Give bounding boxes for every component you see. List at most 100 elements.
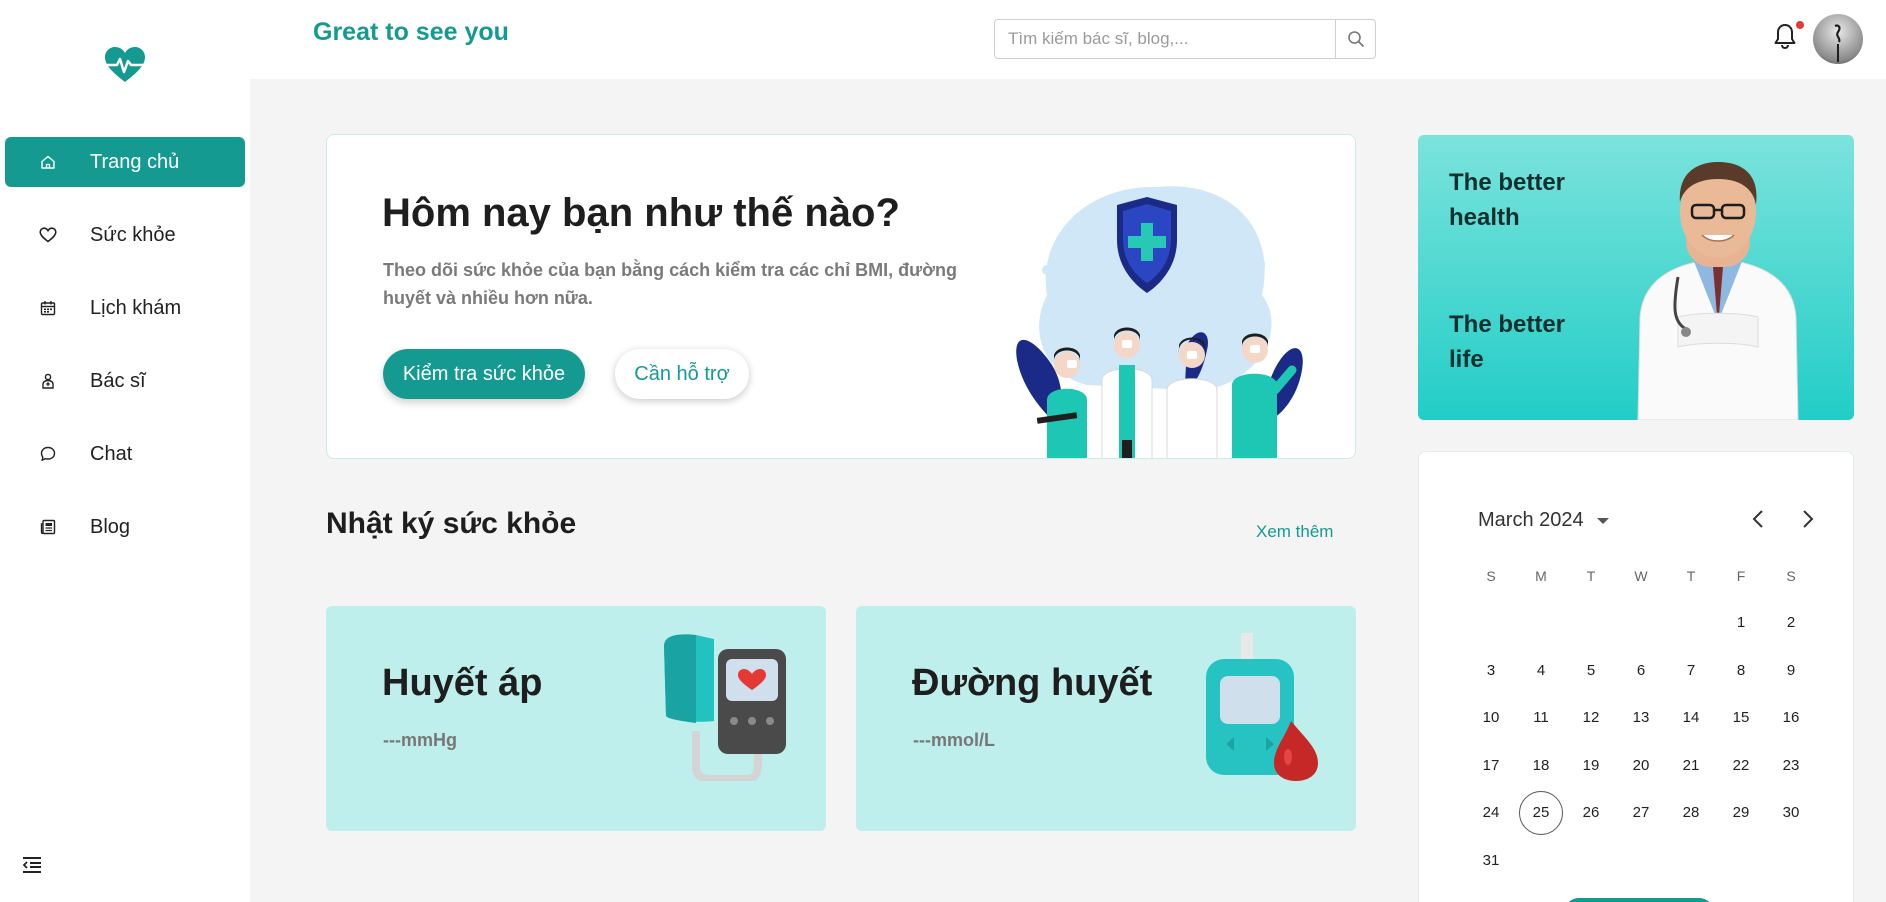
section-title: Nhật ký sức khỏe — [326, 507, 577, 540]
calendar-day[interactable]: 18 — [1516, 743, 1566, 787]
chevron-left-icon[interactable] — [1751, 509, 1765, 529]
sidebar-item-label: Bác sĩ — [90, 369, 146, 392]
calendar-day-empty — [1716, 838, 1766, 882]
calendar-day[interactable]: 15 — [1716, 696, 1766, 740]
blood-sugar-card[interactable]: Đường huyết ---mmol/L — [856, 606, 1356, 831]
calendar-icon — [23, 300, 73, 316]
calendar-widget: March 2024 S M T W T F S 1 2 3 4 5 6 7 8… — [1418, 451, 1854, 902]
weekday-label: W — [1634, 567, 1648, 584]
check-health-button[interactable]: Kiểm tra sức khỏe — [383, 349, 585, 399]
search-button[interactable] — [1335, 20, 1375, 58]
card-value: ---mmHg — [383, 730, 457, 750]
calendar-day-empty — [1466, 601, 1516, 645]
calendar-day[interactable]: 21 — [1666, 743, 1716, 787]
search-input[interactable] — [995, 20, 1335, 58]
sidebar-item-label: Lịch khám — [90, 296, 182, 319]
calendar-day[interactable]: 23 — [1766, 743, 1816, 787]
hero-description: Theo dõi sức khỏe của bạn bằng cách kiểm… — [383, 260, 957, 308]
sidebar-item-blog[interactable]: Blog — [5, 502, 245, 552]
newspaper-icon — [23, 519, 73, 535]
collapse-menu-icon[interactable] — [22, 856, 42, 874]
sidebar-item-health[interactable]: Sức khỏe — [5, 210, 245, 260]
calendar-day[interactable]: 26 — [1566, 791, 1616, 835]
bell-icon[interactable] — [1773, 22, 1797, 50]
calendar-day[interactable]: 24 — [1466, 791, 1516, 835]
calendar-day[interactable]: 30 — [1766, 791, 1816, 835]
calendar-day[interactable]: 2 — [1766, 601, 1816, 645]
calendar-day[interactable]: 31 — [1466, 838, 1516, 882]
calendar-day[interactable]: 8 — [1716, 648, 1766, 692]
calendar-day[interactable]: 12 — [1566, 696, 1616, 740]
calendar-day[interactable]: 17 — [1466, 743, 1516, 787]
doctor-photo — [1637, 162, 1799, 420]
notification-dot — [1796, 21, 1804, 29]
calendar-day[interactable]: 4 — [1516, 648, 1566, 692]
sidebar-item-home[interactable]: Trang chủ — [5, 137, 245, 187]
calendar-day[interactable]: 22 — [1716, 743, 1766, 787]
calendar-day[interactable]: 20 — [1616, 743, 1666, 787]
caret-down-icon — [1596, 517, 1609, 524]
calendar-day[interactable]: 1 — [1716, 601, 1766, 645]
chevron-right-icon[interactable] — [1801, 509, 1815, 529]
calendar-day[interactable]: 6 — [1616, 648, 1666, 692]
calendar-day-empty — [1566, 601, 1616, 645]
calendar-action-button[interactable] — [1564, 898, 1714, 902]
weekday-label: S — [1486, 567, 1496, 584]
calendar-day[interactable]: 7 — [1666, 648, 1716, 692]
calendar-week-row: 1 2 — [1466, 599, 1816, 647]
search-icon — [1347, 31, 1364, 48]
calendar-week-row: 31 — [1466, 837, 1816, 885]
calendar-day-empty — [1766, 838, 1816, 882]
search-bar — [994, 19, 1376, 59]
calendar-day[interactable]: 29 — [1716, 791, 1766, 835]
promo-line-2: The better life — [1449, 311, 1566, 373]
medical-team-illustration — [1016, 186, 1303, 458]
calendar-day-empty — [1616, 838, 1666, 882]
calendar-week-row: 3 4 5 6 7 8 9 — [1466, 647, 1816, 695]
weekday-label: T — [1586, 567, 1596, 584]
hero-title: Hôm nay bạn như thế nào? — [382, 191, 900, 235]
need-support-button[interactable]: Cần hỗ trợ — [615, 349, 749, 399]
promo-banner: The better health The better life — [1418, 135, 1854, 420]
calendar-day-empty — [1616, 601, 1666, 645]
card-title: Huyết áp — [382, 662, 543, 704]
calendar-day[interactable]: 27 — [1616, 791, 1666, 835]
greeting-title: Great to see you — [313, 18, 509, 46]
calendar-day[interactable]: 9 — [1766, 648, 1816, 692]
calendar-day[interactable]: 10 — [1466, 696, 1516, 740]
calendar-day[interactable]: 11 — [1516, 696, 1566, 740]
heartbeat-logo-icon[interactable] — [104, 46, 146, 84]
calendar-day[interactable]: 28 — [1666, 791, 1716, 835]
calendar-week-row: 24 25 26 27 28 29 30 — [1466, 789, 1816, 837]
calendar-day-empty — [1666, 601, 1716, 645]
calendar-week-row: 10 11 12 13 14 15 16 — [1466, 694, 1816, 742]
calendar-day[interactable]: 3 — [1466, 648, 1516, 692]
calendar-day[interactable]: 5 — [1566, 648, 1616, 692]
sidebar-item-label: Blog — [90, 515, 131, 538]
card-value: ---mmol/L — [913, 730, 995, 750]
avatar[interactable] — [1813, 14, 1863, 64]
sidebar-item-chat[interactable]: Chat — [5, 429, 245, 479]
see-more-link[interactable]: Xem thêm — [1256, 522, 1333, 542]
weekday-label: F — [1736, 567, 1746, 584]
weekday-header-row: S M T W T F S — [1466, 552, 1816, 599]
sidebar-item-doctors[interactable]: Bác sĩ — [5, 356, 245, 406]
calendar-day-empty — [1516, 838, 1566, 882]
calendar-day[interactable]: 13 — [1616, 696, 1666, 740]
glucose-meter-icon — [1206, 633, 1318, 781]
home-icon — [23, 154, 73, 170]
calendar-day[interactable]: 19 — [1566, 743, 1616, 787]
blood-pressure-card[interactable]: Huyết áp ---mmHg — [326, 606, 826, 831]
sidebar-item-label: Sức khỏe — [90, 223, 176, 246]
heart-icon — [23, 227, 73, 243]
month-select[interactable]: March 2024 — [1478, 509, 1610, 532]
weekday-label: S — [1786, 567, 1796, 584]
calendar-day[interactable]: 16 — [1766, 696, 1816, 740]
calendar-day-selected[interactable]: 25 — [1519, 790, 1563, 835]
sidebar-item-label: Trang chủ — [90, 150, 180, 173]
hero-card: Hôm nay bạn như thế nào? Theo dõi sức kh… — [326, 134, 1356, 459]
sidebar-nav: Trang chủ Sức khỏe Lịch khám Bác sĩ Chat — [5, 137, 245, 575]
calendar-day[interactable]: 14 — [1666, 696, 1716, 740]
sidebar-item-appointments[interactable]: Lịch khám — [5, 283, 245, 333]
doctor-icon — [23, 373, 73, 389]
